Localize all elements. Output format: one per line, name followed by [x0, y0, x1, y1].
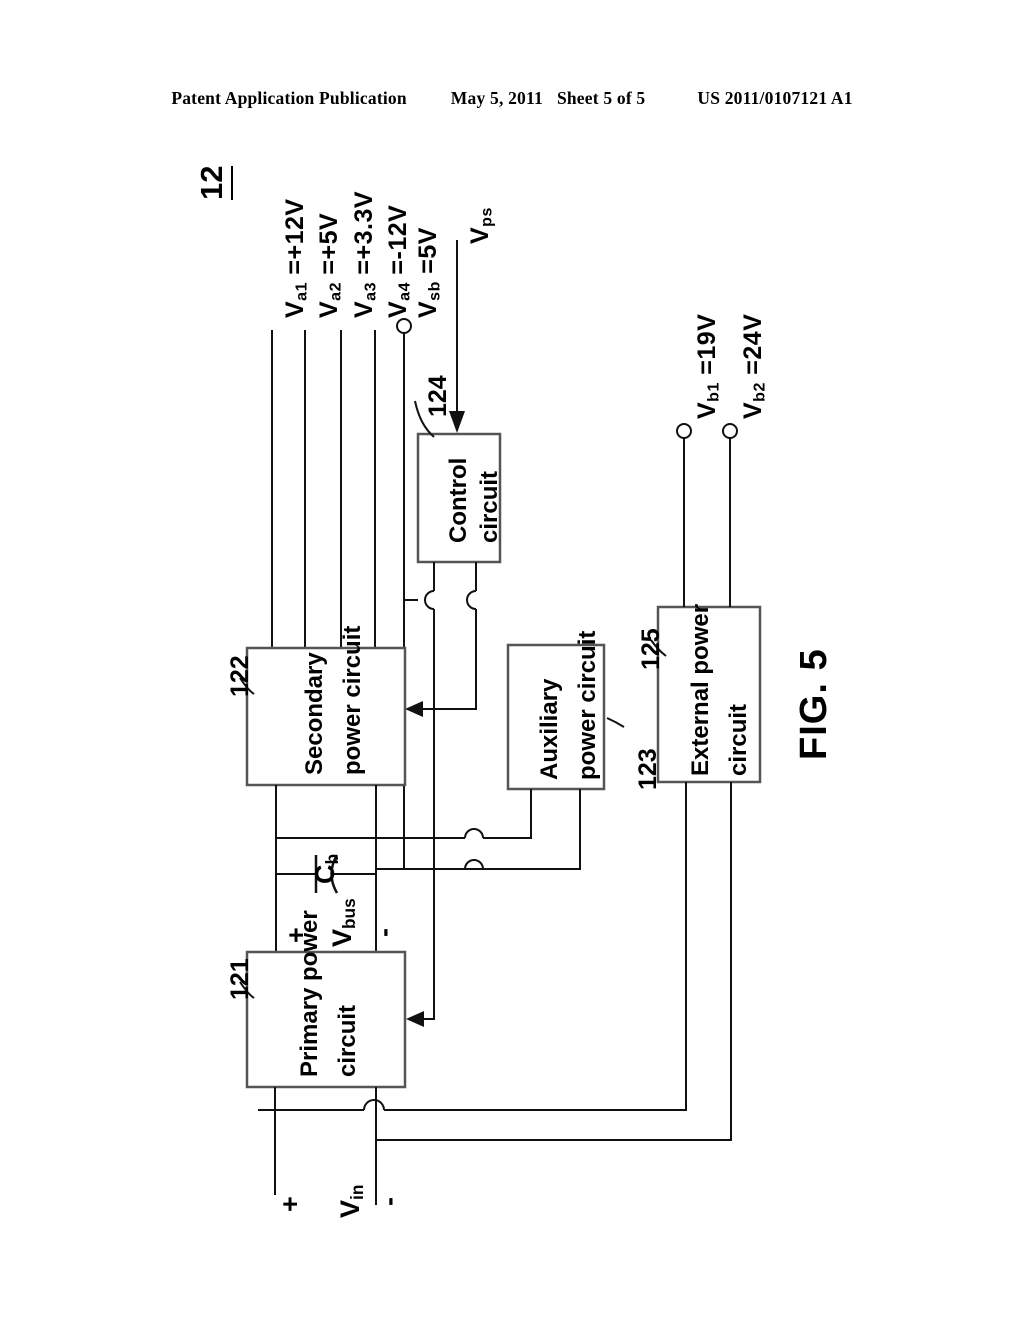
label-vb2: Vb2 =24V	[739, 313, 769, 419]
figure-canvas: 12 FIG. 5 Va1 =+12V Va2 =+5V Va3 =+3.3V …	[0, 0, 1024, 1320]
label-va3: Va3 =+3.3V	[350, 190, 380, 318]
box-label-control-line2: circuit	[476, 470, 503, 543]
arrowhead-secondary-ctrl	[405, 701, 423, 717]
bus-minus-sign: -	[369, 928, 399, 937]
wirehop-ctrl-out2	[466, 590, 477, 610]
terminal-vb1	[676, 423, 692, 439]
ref-125: 125	[637, 628, 665, 670]
label-vps: Vps	[466, 207, 496, 244]
wire-vsb-to-aux	[403, 815, 523, 870]
wirehop-busminus	[464, 859, 484, 870]
ref-121: 121	[226, 958, 254, 1000]
label-vbus: Vbus	[327, 898, 359, 947]
box-label-primary-line2: circuit	[334, 1004, 361, 1077]
in-minus-sign: -	[374, 1197, 404, 1206]
wirehop-ctrl-out1	[424, 590, 435, 610]
label-cb: Cb	[310, 853, 342, 884]
wire-in-to-ext-b	[384, 782, 687, 1111]
ref-124: 124	[424, 375, 452, 417]
terminal-vsb	[396, 318, 412, 334]
wire-busplus-to-aux	[483, 789, 532, 839]
box-label-auxiliary-line2: power circuit	[574, 630, 601, 780]
bus-plus-sign: +	[281, 927, 311, 943]
terminal-vb2	[722, 423, 738, 439]
leader-123	[606, 717, 625, 728]
in-plus-sign: +	[275, 1196, 305, 1212]
box-primary-power-circuit	[245, 950, 407, 1089]
ref-122: 122	[226, 655, 254, 697]
label-va1: Va1 =+12V	[281, 198, 311, 318]
label-vin: Vin	[335, 1184, 367, 1218]
schematic-svg	[239, 240, 762, 1205]
wirehop-busplus	[464, 828, 484, 839]
box-label-external-line2: circuit	[725, 703, 752, 776]
ref-123: 123	[634, 748, 662, 790]
label-vsb: Vsb =5V	[414, 227, 444, 318]
label-va4: Va4 =-12V	[384, 204, 414, 318]
wire-ctrl-out1-b	[410, 609, 435, 1020]
box-label-control-line1: Control	[445, 457, 472, 543]
label-va2: Va2 =+5V	[315, 212, 345, 318]
arrowhead-primary-ctrl	[406, 1011, 424, 1027]
figure-title: FIG. 5	[793, 648, 835, 760]
label-vb1: Vb1 =19V	[693, 313, 723, 419]
box-label-auxiliary-line1: Auxiliary	[536, 678, 563, 780]
box-label-external-line1: External power	[687, 603, 714, 776]
box-label-secondary-line2: power circuit	[339, 625, 366, 775]
wirehop-input	[363, 1099, 385, 1111]
wire-ctrl-out2-b	[409, 609, 477, 710]
assembly-reference-12: 12	[194, 165, 233, 200]
patent-drawing-sheet: Patent Application Publication May 5, 20…	[0, 0, 1024, 1320]
box-label-secondary-line1: Secondary	[301, 652, 328, 775]
wire-return-to-ext	[376, 782, 732, 1141]
